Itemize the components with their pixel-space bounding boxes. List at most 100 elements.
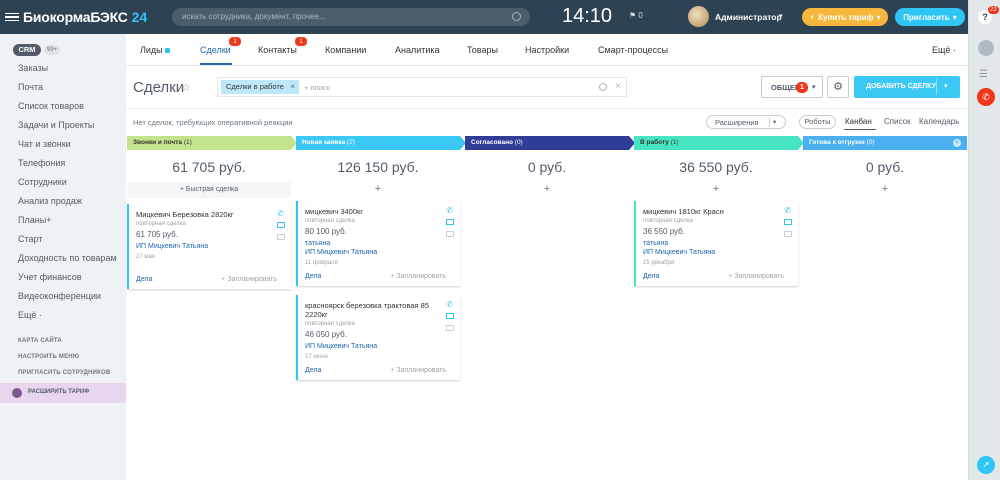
sidebar-item-orders[interactable]: Заказы [0,59,126,78]
mail-icon[interactable] [446,219,454,225]
filter-search-input[interactable]: Сделки в работе × + поиск × [217,77,627,97]
chevron-down-icon[interactable]: ▾ [779,12,783,20]
add-deal-plus[interactable]: + [465,183,629,195]
deal-activities-link[interactable]: Дела [136,276,152,283]
deal-card[interactable]: красноярск березовка трактовая 85 2220кг… [296,295,460,380]
user-name[interactable]: Администратор [715,12,782,22]
schedule-link[interactable]: + Запланировать [390,367,446,374]
list-icon[interactable]: ☰ [979,69,993,80]
deal-card[interactable]: Мицкевич Березовка 2820кг повторная сдел… [127,204,291,289]
robots-button[interactable]: Роботы [799,115,836,129]
sidebar-item-plans[interactable]: Планы+ [0,211,126,230]
deal-title[interactable]: красноярск березовка трактовая 85 2220кг [305,301,435,319]
deal-company-link[interactable]: ИП Мицкевич Татьяна [643,248,790,257]
schedule-link[interactable]: + Запланировать [728,273,784,280]
deal-activities-link[interactable]: Дела [305,273,321,280]
buy-plan-button[interactable]: ⚡ Купить тариф ▾ [802,8,888,26]
sidebar-item-sales-analysis[interactable]: Анализ продаж [0,192,126,211]
chevron-down-icon[interactable]: ▾ [944,82,948,90]
view-list[interactable]: Список [884,117,911,126]
menu-icon[interactable] [5,12,19,22]
crm-badge[interactable]: CRM [13,44,41,56]
view-calendar[interactable]: Календарь [919,117,959,126]
chat-icon[interactable] [446,231,454,237]
deal-title[interactable]: мицкевич 3400кг [305,207,435,216]
deal-company-link[interactable]: ИП Мицкевич Татьяна [136,242,283,251]
sidebar-item-goods-list[interactable]: Список товаров [0,97,126,116]
phone-icon[interactable]: ✆ [277,209,284,218]
star-icon[interactable]: ☆ [181,81,191,94]
deal-activities-link[interactable]: Дела [305,367,321,374]
add-deal-plus[interactable]: + [634,183,798,195]
phone-icon[interactable]: ✆ [446,206,453,215]
tab-more[interactable]: Ещё · [932,45,956,55]
deal-contact-link[interactable]: татьяна [643,239,790,248]
flag-counter[interactable]: ⚑ 0 [629,11,643,20]
tab-analytics[interactable]: Аналитика [395,45,440,55]
chat-icon[interactable] [784,231,792,237]
sidebar-item-more[interactable]: Ещё · [0,306,126,325]
upgrade-plan-button[interactable]: РАСШИРИТЬ ТАРИФ [0,383,126,403]
mail-icon[interactable] [277,222,285,228]
sitemap-link[interactable]: КАРТА САЙТА [18,338,62,344]
sidebar-item-employees[interactable]: Сотрудники [0,173,126,192]
sidebar-item-finance[interactable]: Учет финансов [0,268,126,287]
tab-deals[interactable]: Сделки [200,45,231,55]
deal-contact-link[interactable]: татьяна [305,239,452,248]
chat-icon[interactable] [277,234,285,240]
gear-icon[interactable]: ⚙ [827,76,849,98]
tab-companies[interactable]: Компании [325,45,366,55]
deal-company-link[interactable]: ИП Мицкевич Татьяна [305,342,452,351]
phone-icon[interactable]: ✆ [977,88,995,106]
brand-name[interactable]: БиокормаБЭКС [23,9,128,25]
invite-button[interactable]: Пригласить ▾ [895,8,965,26]
sidebar-item-tasks[interactable]: Задачи и Проекты [0,116,126,135]
tab-smart-processes[interactable]: Смарт-процессы [598,45,668,55]
extensions-button[interactable]: Расширения ▾ [706,115,786,129]
tab-settings[interactable]: Настройки [525,45,569,55]
sidebar-item-telephony[interactable]: Телефония [0,154,126,173]
sidebar-item-video[interactable]: Видеоконференции [0,287,126,306]
column-header[interactable]: В работу (1) [634,136,804,150]
sidebar-item-start[interactable]: Старт [0,230,126,249]
phone-icon[interactable]: ✆ [784,206,791,215]
filter-chip[interactable]: Сделки в работе × [221,80,299,94]
mail-icon[interactable] [446,313,454,319]
deal-title[interactable]: мицкевич 1810кг Красн [643,207,773,216]
add-deal-plus[interactable]: + [803,183,967,195]
phone-icon[interactable]: ✆ [446,300,453,309]
column-header[interactable]: Готова к отгрузке (0) + [803,136,967,150]
sidebar-item-mail[interactable]: Почта [0,78,126,97]
add-deal-plus[interactable]: + [296,183,460,195]
clock[interactable]: 14:10 [562,5,612,28]
deal-title[interactable]: Мицкевич Березовка 2820кг [136,210,266,219]
mail-icon[interactable] [784,219,792,225]
sidebar-item-profitability[interactable]: Доходность по товарам [0,249,126,268]
expand-icon[interactable]: ↗ [977,456,995,474]
chat-icon[interactable] [978,40,994,56]
close-icon[interactable]: × [290,80,295,94]
schedule-link[interactable]: + Запланировать [390,273,446,280]
quick-deal-button[interactable]: + Быстрая сделка [127,182,291,198]
chat-icon[interactable] [446,325,454,331]
view-kanban[interactable]: Канбан [845,117,872,126]
tab-goods[interactable]: Товары [467,45,498,55]
add-deal-button[interactable]: ДОБАВИТЬ СДЕЛКУ ▾ [854,76,960,98]
tab-leads[interactable]: Лиды [140,45,170,55]
sidebar-item-chat[interactable]: Чат и звонки [0,135,126,154]
search-icon[interactable] [599,83,607,91]
clear-icon[interactable]: × [615,81,621,92]
column-header[interactable]: Новая заявка (2) [296,136,466,150]
deal-card[interactable]: мицкевич 3400кг повторная сделка 80 100 … [296,201,460,286]
add-column-icon[interactable]: + [953,139,961,147]
column-header[interactable]: Согласовано (0) [465,136,635,150]
column-header[interactable]: Звонки и почта (1) [127,136,297,150]
tab-contacts[interactable]: Контакты [258,45,297,55]
invite-staff-link[interactable]: ПРИГЛАСИТЬ СОТРУДНИКОВ [18,370,110,376]
general-button[interactable]: ОБЩЕЕ 1 ▾ [761,76,823,98]
schedule-link[interactable]: + Запланировать [221,276,277,283]
deal-card[interactable]: мицкевич 1810кг Красн повторная сделка 3… [634,201,798,286]
deal-company-link[interactable]: ИП Мицкевич Татьяна [305,248,452,257]
deal-activities-link[interactable]: Дела [643,273,659,280]
global-search-input[interactable]: искать сотрудника, документ, прочее... [172,8,530,26]
